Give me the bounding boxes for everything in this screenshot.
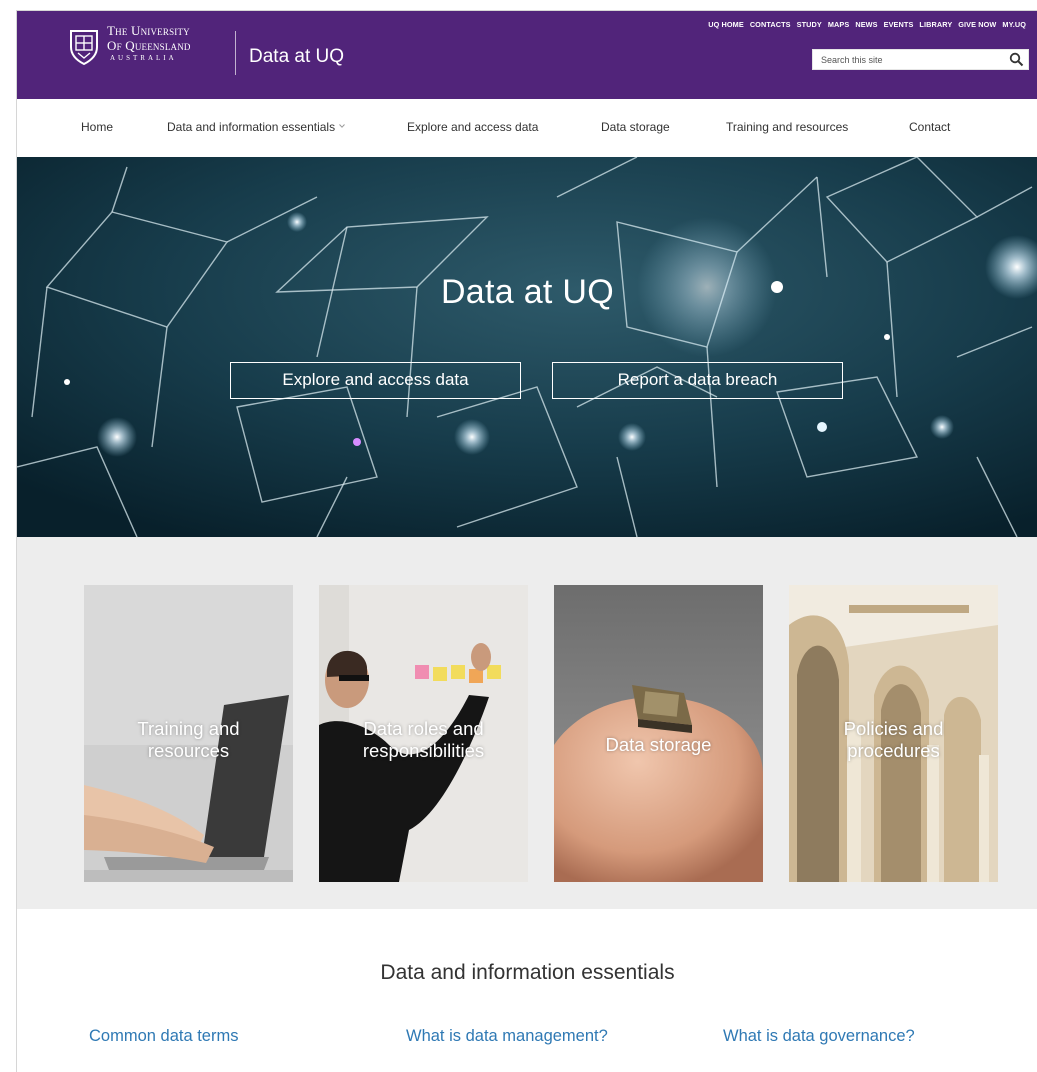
logo-line-3: AUSTRALIA <box>110 54 177 62</box>
utility-link-my-uq[interactable]: MY.UQ <box>1002 20 1026 29</box>
nav-item-training-and-resources[interactable]: Training and resources <box>726 120 848 134</box>
site-header: The University Of Queensland AUSTRALIA D… <box>17 11 1037 99</box>
hero-background-image <box>17 157 1037 537</box>
nav-item-home[interactable]: Home <box>81 120 113 134</box>
essentials-heading: Data and information essentials <box>380 961 675 984</box>
hero-banner: Data at UQ Explore and access data Repor… <box>17 157 1037 537</box>
utility-link-events[interactable]: EVENTS <box>884 20 914 29</box>
link-what-is-data-management[interactable]: What is data management? <box>406 1027 608 1046</box>
nav-item-contact[interactable]: Contact <box>909 120 950 134</box>
page: The University Of Queensland AUSTRALIA D… <box>16 10 1037 1072</box>
nav-item-data-storage[interactable]: Data storage <box>601 120 670 134</box>
tile-policies-and-procedures[interactable]: Policies and procedures <box>789 585 998 882</box>
tile-data-storage[interactable]: Data storage <box>554 585 763 882</box>
nav-item-label: Home <box>81 120 114 134</box>
search-icon[interactable] <box>1009 52 1024 67</box>
search-input[interactable] <box>813 50 998 69</box>
tile-label-line-2: responsibilities <box>362 740 485 761</box>
utility-link-contacts[interactable]: CONTACTS <box>750 20 791 29</box>
tile-training-and-resources[interactable]: Training and resources <box>84 585 293 882</box>
tile-label-line-2: resources <box>147 740 230 761</box>
link-what-is-data-governance[interactable]: What is data governance? <box>723 1027 915 1046</box>
link-common-data-terms[interactable]: Common data terms <box>89 1027 238 1046</box>
utility-link-news[interactable]: NEWS <box>855 20 877 29</box>
logo-line-1: The University <box>107 23 190 38</box>
logo-divider <box>235 31 236 75</box>
tile-label-line-2: procedures <box>847 740 940 761</box>
site-title[interactable]: Data at UQ <box>249 46 344 68</box>
nav-item-data-and-information-essentials[interactable]: Data and information essentials <box>167 120 345 134</box>
utility-link-give-now[interactable]: GIVE NOW <box>958 20 996 29</box>
explore-and-access-data-button[interactable]: Explore and access data <box>230 362 521 399</box>
tile-label-line-1: Data storage <box>605 734 712 755</box>
search-box <box>812 49 1029 70</box>
nav-item-label: Data storage <box>601 120 670 134</box>
hero-title: Data at UQ <box>440 273 615 311</box>
uq-crest-icon[interactable] <box>69 29 99 65</box>
utility-link-maps[interactable]: MAPS <box>828 20 849 29</box>
nav-item-explore-and-access-data[interactable]: Explore and access data <box>407 120 538 134</box>
report-data-breach-button[interactable]: Report a data breach <box>552 362 843 399</box>
nav-item-label: Training and resources <box>726 120 849 134</box>
uq-wordmark[interactable]: The University Of Queensland AUSTRALIA <box>107 24 191 62</box>
logo-line-2: Of Queensland <box>107 38 191 53</box>
utility-link-study[interactable]: STUDY <box>797 20 822 29</box>
tile-label-line-1: Data roles and <box>363 718 484 739</box>
nav-item-label: Contact <box>909 120 951 134</box>
tile-data-roles-and-responsibilities[interactable]: Data roles and responsibilities <box>319 585 528 882</box>
nav-item-label: Explore and access data <box>407 120 539 134</box>
chevron-down-icon <box>339 124 345 128</box>
utility-nav: UQ HOME CONTACTS STUDY MAPS NEWS EVENTS … <box>708 20 1026 29</box>
tile-label-line-1: Policies and <box>843 718 944 739</box>
main-nav: Home Data and information essentials Exp… <box>17 99 1037 157</box>
feature-tiles: Training and resources Data roles and re… <box>17 537 1037 909</box>
utility-link-uq-home[interactable]: UQ HOME <box>708 20 744 29</box>
nav-item-label: Data and information essentials <box>167 120 336 134</box>
tile-label-line-1: Training and <box>137 718 240 739</box>
utility-link-library[interactable]: LIBRARY <box>919 20 952 29</box>
